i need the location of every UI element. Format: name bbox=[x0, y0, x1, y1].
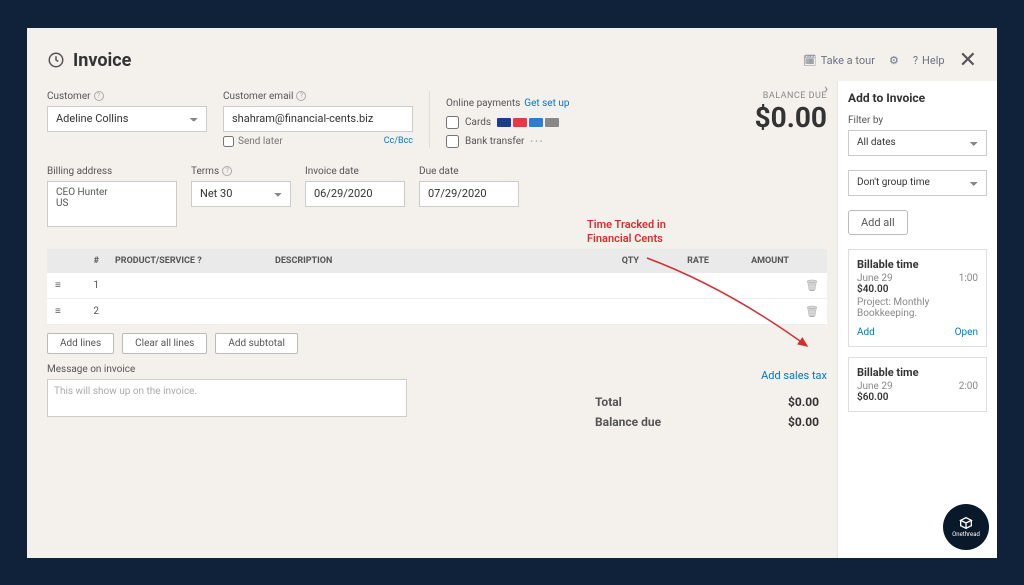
email-label: Customer email bbox=[223, 91, 293, 102]
filter-label: Filter by bbox=[848, 115, 987, 126]
help-icon[interactable]: ? bbox=[296, 91, 306, 101]
bank-checkbox[interactable] bbox=[446, 135, 459, 148]
close-icon[interactable]: ✕ bbox=[959, 48, 977, 73]
page-title: Invoice bbox=[73, 50, 131, 71]
annotation: Time Tracked in Financial Cents bbox=[587, 218, 666, 247]
due-date-input[interactable] bbox=[419, 181, 519, 207]
customer-select[interactable]: Adeline Collins bbox=[47, 106, 207, 132]
online-payments-label: Online payments bbox=[446, 98, 520, 109]
billing-textarea[interactable]: CEO Hunter US bbox=[47, 181, 177, 227]
setup-link[interactable]: Get set up bbox=[524, 98, 569, 109]
table-row[interactable]: ≡ 1 🗑 bbox=[47, 273, 827, 299]
group-select[interactable]: Don't group time bbox=[848, 170, 987, 196]
balance-value: $0.00 bbox=[755, 101, 827, 134]
table-row[interactable]: ≡ 2 🗑 bbox=[47, 299, 827, 325]
invoice-date-input[interactable] bbox=[305, 181, 405, 207]
help-link[interactable]: ?Help bbox=[913, 54, 945, 67]
terms-label: Terms bbox=[191, 166, 219, 177]
add-link[interactable]: Add bbox=[857, 327, 875, 338]
cards-checkbox[interactable] bbox=[446, 116, 459, 129]
settings-icon[interactable]: ⚙ bbox=[889, 54, 899, 67]
line-items-table: # PRODUCT/SERVICE ? DESCRIPTION QTY RATE… bbox=[47, 249, 827, 325]
billable-time-card[interactable]: Billable time June 292:00 $60.00 bbox=[848, 357, 987, 412]
email-input[interactable] bbox=[223, 106, 413, 132]
open-link[interactable]: Open bbox=[955, 327, 978, 338]
help-icon[interactable]: ? bbox=[94, 91, 104, 101]
send-later-checkbox[interactable] bbox=[223, 136, 234, 147]
take-tour-link[interactable]: 🗓Take a tour bbox=[803, 54, 875, 67]
delete-icon[interactable]: 🗑 bbox=[797, 305, 827, 318]
drag-icon[interactable]: ≡ bbox=[47, 306, 71, 317]
onethread-logo: Onethread bbox=[943, 504, 989, 550]
drag-icon[interactable]: ≡ bbox=[47, 280, 71, 291]
add-sales-tax-link[interactable]: Add sales tax bbox=[587, 369, 827, 382]
billing-label: Billing address bbox=[47, 166, 177, 177]
balance-label: BALANCE DUE bbox=[755, 91, 827, 101]
invoice-date-label: Invoice date bbox=[305, 166, 405, 177]
filter-select[interactable]: All dates bbox=[848, 130, 987, 156]
customer-label: Customer bbox=[47, 91, 91, 102]
add-lines-button[interactable]: Add lines bbox=[47, 333, 114, 354]
ccbcc-link[interactable]: Cc/Bcc bbox=[384, 136, 413, 146]
add-subtotal-button[interactable]: Add subtotal bbox=[215, 333, 298, 354]
clear-lines-button[interactable]: Clear all lines bbox=[122, 333, 207, 354]
delete-icon[interactable]: 🗑 bbox=[797, 279, 827, 292]
due-date-label: Due date bbox=[419, 166, 519, 177]
invoice-icon bbox=[47, 51, 65, 69]
help-icon[interactable]: ? bbox=[222, 166, 232, 176]
add-all-button[interactable]: Add all bbox=[848, 210, 908, 235]
chevron-right-icon[interactable]: › bbox=[824, 81, 828, 97]
side-title: Add to Invoice bbox=[848, 91, 987, 105]
billable-time-card[interactable]: Billable time June 291:00 $40.00 Project… bbox=[848, 249, 987, 347]
terms-select[interactable]: Net 30 bbox=[191, 181, 291, 207]
